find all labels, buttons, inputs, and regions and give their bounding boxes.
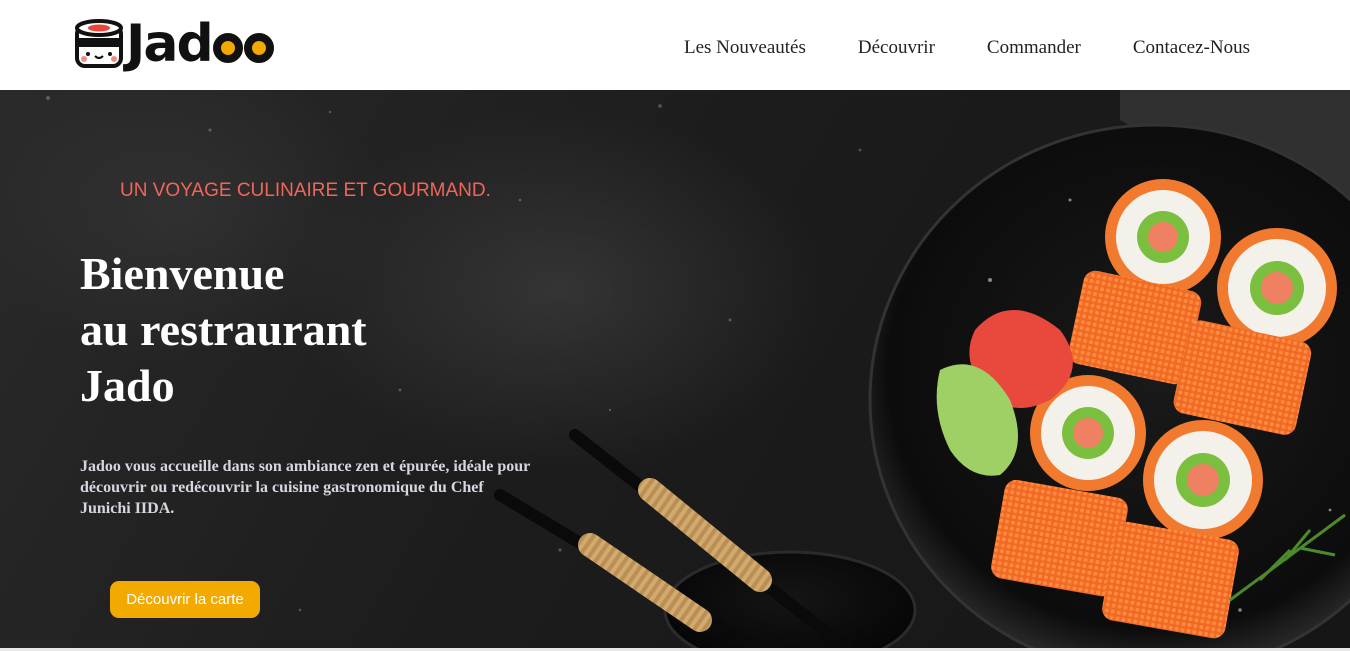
logo-o-mark xyxy=(212,33,243,63)
logo-o-mark-2 xyxy=(243,33,274,63)
hero-section: UN VOYAGE CULINAIRE ET GOURMAND. Bienven… xyxy=(0,90,1350,651)
hero-tagline: UN VOYAGE CULINAIRE ET GOURMAND. xyxy=(120,180,491,201)
sushi-mascot-icon xyxy=(75,19,123,68)
hero-title-line-1: Bienvenue xyxy=(80,248,285,299)
main-nav: Les Nouveautés Découvrir Commander Conta… xyxy=(632,36,1250,60)
hero-title: Bienvenue au restraurant Jado xyxy=(80,246,367,414)
nav-link-decouvrir[interactable]: Découvrir xyxy=(858,36,935,60)
brand-name-text: Jad xyxy=(126,14,214,74)
hero-title-line-3: Jado xyxy=(80,360,175,411)
nav-link-nouveautes[interactable]: Les Nouveautés xyxy=(684,36,806,60)
logo-link[interactable]: Jad xyxy=(74,18,274,70)
hero-title-line-2: au restraurant xyxy=(80,304,367,355)
discover-menu-button[interactable]: Découvrir la carte xyxy=(110,581,260,618)
brand-name: Jad xyxy=(126,18,274,70)
nav-link-contact[interactable]: Contacez-Nous xyxy=(1133,36,1250,60)
nav-link-commander[interactable]: Commander xyxy=(987,36,1081,60)
navbar: Jad Les Nouveautés Découvrir Commander C… xyxy=(0,0,1350,90)
hero-description: Jadoo vous accueille dans son ambiance z… xyxy=(80,458,530,517)
